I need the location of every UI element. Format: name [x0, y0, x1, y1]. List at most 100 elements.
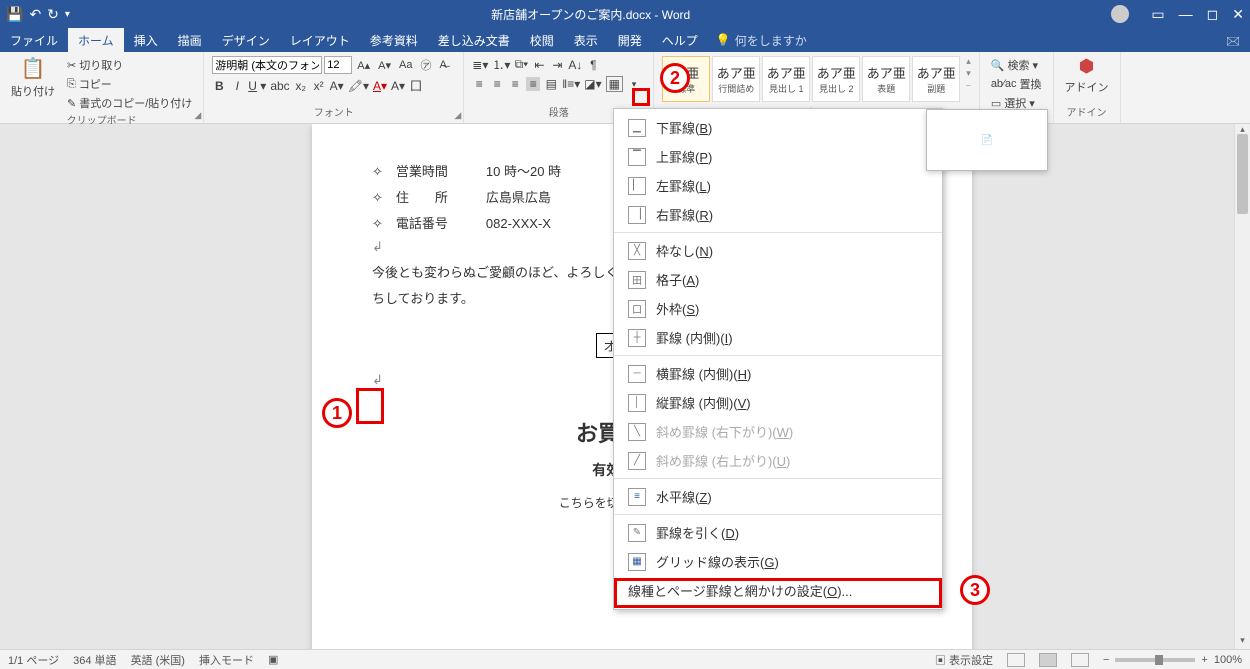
tab-help[interactable]: ヘルプ — [652, 28, 708, 52]
menu-draw-border[interactable]: ✎罫線を引く(D) — [614, 518, 942, 547]
paste-button[interactable]: 貼り付け — [8, 82, 58, 100]
clear-format-icon[interactable]: A̶ — [436, 58, 449, 72]
status-macro-icon[interactable]: ▣ — [268, 653, 278, 666]
align-right-button[interactable]: ≡ — [508, 77, 522, 91]
save-icon[interactable]: 💾 — [6, 6, 23, 23]
style-副題[interactable]: あア亜副題 — [912, 56, 960, 102]
zoom-level[interactable]: 100% — [1214, 654, 1242, 666]
addin-icon[interactable]: ⬢ — [1079, 56, 1095, 77]
tab-view[interactable]: 表示 — [564, 28, 608, 52]
text-effects-button[interactable]: A▾ — [330, 79, 344, 93]
borders-button[interactable]: ▦ — [606, 76, 623, 92]
font-dialog-launcher-icon[interactable]: ◢ — [454, 110, 461, 121]
menu-all-borders[interactable]: 田格子(A) — [614, 265, 942, 294]
subscript-button[interactable]: x₂ — [294, 79, 308, 93]
zoom-in-icon[interactable]: + — [1201, 654, 1207, 666]
tab-file[interactable]: ファイル — [0, 28, 68, 52]
multilevel-button[interactable]: ⧉▾ — [514, 57, 528, 72]
style-見出し 1[interactable]: あア亜見出し 1 — [762, 56, 810, 102]
clipboard-dialog-launcher-icon[interactable]: ◢ — [194, 110, 201, 121]
style-行間詰め[interactable]: あア亜行間詰め — [712, 56, 760, 102]
styles-scroll-down-icon[interactable]: ▾ — [966, 68, 971, 79]
menu-right-border[interactable]: ▕右罫線(R) — [614, 200, 942, 229]
addin-button[interactable]: アドイン — [1062, 78, 1112, 96]
bold-button[interactable]: B — [212, 79, 226, 93]
tab-developer[interactable]: 開発 — [608, 28, 652, 52]
tab-references[interactable]: 参考資料 — [360, 28, 428, 52]
strike-button[interactable]: abc — [270, 79, 289, 93]
font-color-button[interactable]: A▾ — [373, 79, 387, 93]
menu-view-gridlines[interactable]: ▦グリッド線の表示(G) — [614, 547, 942, 576]
italic-button[interactable]: I — [230, 79, 244, 93]
maximize-icon[interactable]: ◻ — [1207, 6, 1219, 23]
vertical-scrollbar[interactable]: ▴ ▾ — [1234, 124, 1250, 649]
zoom-out-icon[interactable]: − — [1103, 654, 1109, 666]
menu-inside-border[interactable]: ┼罫線 (内側)(I) — [614, 323, 942, 352]
styles-scroll-up-icon[interactable]: ▴ — [966, 56, 971, 67]
redo-icon[interactable]: ↻ — [47, 6, 59, 23]
grow-font-icon[interactable]: A▴ — [354, 58, 373, 73]
highlight-button[interactable]: 🖍▾ — [348, 79, 369, 93]
tab-review[interactable]: 校閲 — [520, 28, 564, 52]
share-button[interactable]: 🖂 — [1216, 28, 1250, 52]
status-insert-mode[interactable]: 挿入モード — [199, 652, 254, 668]
view-web-icon[interactable] — [1071, 653, 1089, 667]
underline-button[interactable]: U ▾ — [248, 79, 266, 93]
view-read-icon[interactable] — [1007, 653, 1025, 667]
ribbon-options-icon[interactable]: ▭ — [1151, 6, 1164, 23]
tell-me[interactable]: 💡何をしますか — [708, 28, 815, 52]
format-painter-button[interactable]: ✎ 書式のコピー/貼り付け — [64, 94, 195, 112]
undo-icon[interactable]: ↶ — [29, 6, 41, 23]
cut-button[interactable]: ✂ 切り取り — [64, 56, 195, 74]
enclose-icon[interactable]: ㋐ — [417, 56, 434, 74]
menu-inside-h-border[interactable]: ─横罫線 (内側)(H) — [614, 359, 942, 388]
view-print-icon[interactable] — [1039, 653, 1057, 667]
status-words[interactable]: 364 単語 — [73, 652, 116, 668]
inc-indent-button[interactable]: ⇥ — [550, 58, 564, 72]
paste-icon[interactable]: 📋 — [21, 56, 46, 81]
status-page[interactable]: 1/1 ページ — [8, 652, 59, 668]
menu-inside-v-border[interactable]: │縦罫線 (内側)(V) — [614, 388, 942, 417]
styles-more-icon[interactable]: ⎯ — [966, 80, 971, 91]
distribute-button[interactable]: ▤ — [544, 77, 558, 91]
bullets-button[interactable]: ≣▾ — [472, 58, 488, 72]
menu-left-border[interactable]: ▏左罫線(L) — [614, 171, 942, 200]
account-icon[interactable] — [1111, 5, 1129, 23]
style-表題[interactable]: あア亜表題 — [862, 56, 910, 102]
shrink-font-icon[interactable]: A▾ — [375, 58, 394, 73]
replace-button[interactable]: ab⁄ac 置換 — [988, 75, 1045, 93]
style-見出し 2[interactable]: あア亜見出し 2 — [812, 56, 860, 102]
shading-button[interactable]: ◪▾ — [584, 77, 601, 91]
char-shading-button[interactable]: A▾ — [391, 79, 405, 93]
align-center-button[interactable]: ≡ — [490, 77, 504, 91]
tab-insert[interactable]: 挿入 — [124, 28, 168, 52]
justify-button[interactable]: ≡ — [526, 77, 540, 91]
status-language[interactable]: 英語 (米国) — [131, 652, 185, 668]
find-button[interactable]: 🔍 検索 ▾ — [988, 56, 1041, 74]
menu-outside-border[interactable]: 口外枠(S) — [614, 294, 942, 323]
status-display-settings[interactable]: ▣ 表示設定 — [935, 652, 993, 668]
copy-button[interactable]: ⎘ コピー — [64, 75, 195, 93]
scroll-thumb[interactable] — [1237, 134, 1248, 214]
menu-no-border[interactable]: ╳枠なし(N) — [614, 236, 942, 265]
tab-draw[interactable]: 描画 — [168, 28, 212, 52]
tab-mailings[interactable]: 差し込み文書 — [428, 28, 520, 52]
font-name-input[interactable] — [212, 56, 322, 74]
align-left-button[interactable]: ≡ — [472, 77, 486, 91]
menu-top-border[interactable]: ▔上罫線(P) — [614, 142, 942, 171]
zoom-slider[interactable] — [1115, 658, 1195, 662]
tab-home[interactable]: ホーム — [68, 28, 124, 52]
menu-horizontal-line[interactable]: ≡水平線(Z) — [614, 482, 942, 511]
dec-indent-button[interactable]: ⇤ — [532, 58, 546, 72]
show-marks-button[interactable]: ¶ — [586, 58, 600, 72]
phonetic-icon[interactable]: Aa — [396, 58, 415, 72]
tab-design[interactable]: デザイン — [212, 28, 280, 52]
close-icon[interactable]: ✕ — [1232, 6, 1244, 23]
sort-button[interactable]: A↓ — [568, 58, 582, 72]
scroll-down-icon[interactable]: ▾ — [1235, 635, 1250, 649]
line-spacing-button[interactable]: ‖≡▾ — [562, 77, 580, 91]
superscript-button[interactable]: x² — [312, 79, 326, 93]
menu-bottom-border[interactable]: ▁下罫線(B) — [614, 113, 942, 142]
tab-layout[interactable]: レイアウト — [280, 28, 360, 52]
char-border-button[interactable]: 囗 — [409, 77, 423, 94]
